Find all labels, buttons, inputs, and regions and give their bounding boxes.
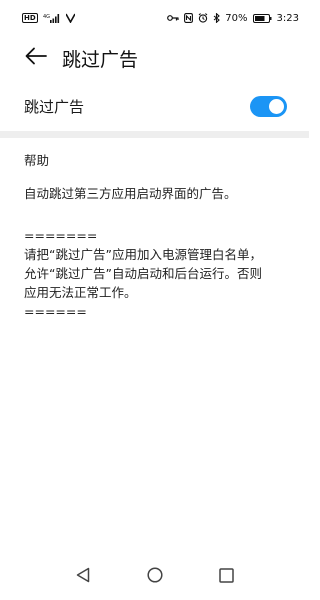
skip-ads-label: 跳过广告 (24, 97, 85, 116)
hd-badge: HD (22, 13, 38, 23)
help-note-line: 允许“跳过广告”自动启动和后台运行。否则 (24, 266, 262, 281)
skip-ads-setting-row[interactable]: 跳过广告 (0, 86, 309, 126)
section-divider (0, 131, 309, 138)
skip-ads-toggle[interactable] (250, 95, 287, 117)
nfc-icon (184, 13, 194, 23)
circle-home-icon (146, 567, 163, 587)
screen: HD 4G 70% 3:23 跳过广告 跳过广告 帮助 自动跳过第三方应用启动界… (0, 0, 309, 600)
status-bar: HD 4G 70% 3:23 (0, 0, 309, 36)
wifi-signal-icon (65, 13, 75, 23)
status-left: HD 4G (22, 13, 75, 23)
back-button[interactable] (18, 40, 54, 76)
triangle-back-icon (76, 567, 90, 587)
help-note-line: 应用无法正常工作。 (24, 285, 137, 300)
bluetooth-icon (213, 13, 221, 23)
help-note: ======= 请把“跳过广告”应用加入电源管理白名单， 允许“跳过广告”自动启… (24, 226, 289, 321)
network-type-text: 4G (43, 14, 50, 20)
help-note-line: ======= (24, 228, 98, 243)
app-header: 跳过广告 (0, 38, 309, 78)
alarm-icon (198, 13, 208, 23)
help-note-line: ====== (24, 304, 87, 319)
back-arrow-icon (25, 47, 47, 69)
help-title: 帮助 (24, 153, 50, 168)
nav-back-button[interactable] (71, 565, 95, 589)
nav-home-button[interactable] (143, 565, 167, 589)
square-recent-icon (219, 567, 234, 587)
help-description: 自动跳过第三方应用启动界面的广告。 (24, 186, 237, 201)
signal-icon: 4G (43, 13, 61, 23)
key-icon (167, 14, 179, 22)
help-note-line: 请把“跳过广告”应用加入电源管理白名单， (24, 247, 262, 262)
page-title: 跳过广告 (62, 48, 139, 71)
battery-icon (252, 13, 272, 23)
navigation-bar (0, 554, 309, 600)
nav-recent-button[interactable] (215, 565, 239, 589)
toggle-knob (269, 98, 284, 114)
clock-time: 3:23 (276, 12, 299, 24)
battery-percent: 70% (225, 12, 248, 24)
status-right: 70% 3:23 (167, 13, 299, 24)
